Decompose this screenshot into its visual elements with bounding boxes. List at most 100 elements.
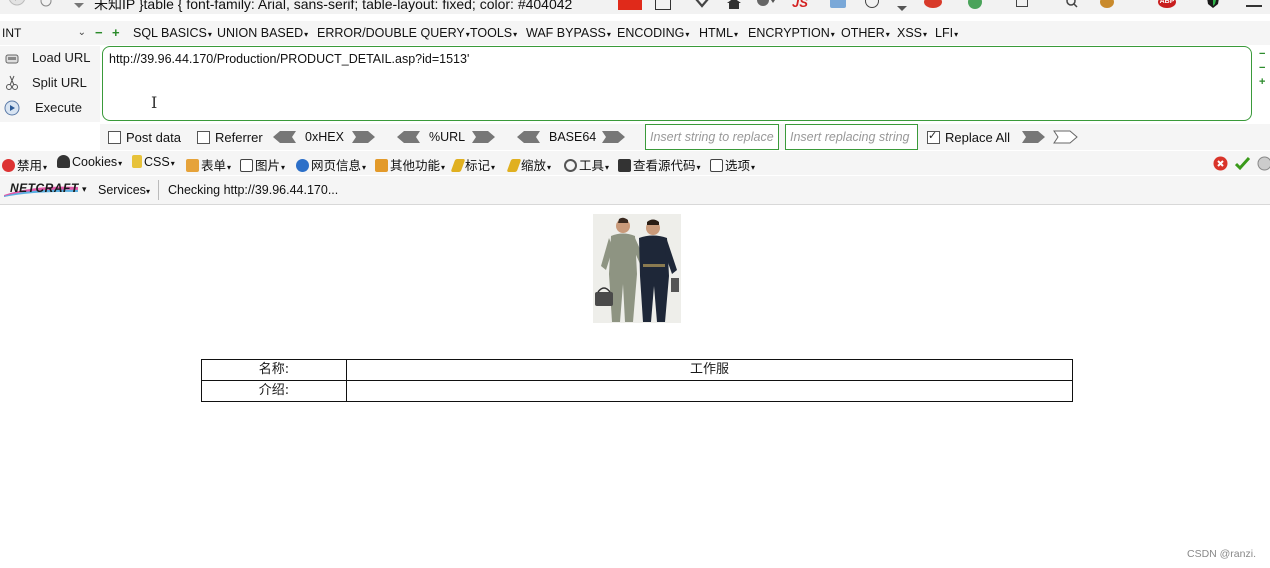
globe-icon[interactable]	[968, 0, 982, 9]
name-value-cell: 工作服	[346, 359, 1073, 381]
minus-icon[interactable]: −	[1259, 48, 1265, 60]
monkey-icon[interactable]	[1100, 0, 1114, 8]
hackbar-actions: Load URL Split URL Execute	[0, 46, 100, 122]
replace-string-input[interactable]: Insert string to replace	[645, 124, 779, 150]
adblock-icon[interactable]: ABP	[1158, 0, 1176, 8]
base64-encode-arrow-icon[interactable]	[600, 130, 626, 144]
injection-type-select[interactable]: INT ⌄	[2, 24, 88, 42]
menu-lfi[interactable]: LFI▾	[935, 26, 958, 40]
hex-decode-arrow-icon[interactable]	[272, 130, 298, 144]
check-status-icon[interactable]	[1234, 156, 1251, 171]
search-icon[interactable]	[1066, 0, 1078, 8]
referrer-checkbox[interactable]	[197, 131, 210, 144]
cat-extension-icon[interactable]	[924, 0, 942, 8]
url-value: http://39.96.44.170/Production/PRODUCT_D…	[109, 52, 470, 66]
menu-error-double-query[interactable]: ERROR/DOUBLE QUERY▾	[317, 26, 470, 40]
netcraft-logo[interactable]: NETCRAFT	[4, 181, 78, 197]
chevron-down-icon: ⌄	[77, 27, 86, 38]
menu-union-based[interactable]: UNION BASED▾	[217, 26, 308, 40]
minus-icon[interactable]: −	[95, 25, 103, 40]
replacing-string-input[interactable]: Insert replacing string	[785, 124, 918, 150]
tools-menu[interactable]: 工具▾	[564, 155, 609, 174]
post-data-label: Post data	[126, 130, 181, 145]
netcraft-dropdown[interactable]: ▾	[82, 184, 87, 195]
split-url-button[interactable]: Split URL	[0, 72, 100, 94]
menu-waf-bypass[interactable]: WAF BYPASS▾	[526, 26, 611, 40]
page-info-menu[interactable]: 网页信息▾	[296, 155, 366, 174]
images-menu[interactable]: 图片▾	[240, 155, 285, 174]
disable-menu[interactable]: 禁用▾	[2, 155, 47, 174]
netcraft-logo-text: NETCRAFT	[10, 181, 79, 195]
css-menu[interactable]: CSS▾	[132, 155, 175, 169]
replace-arrow-icon[interactable]	[1020, 130, 1046, 144]
scissors-icon	[4, 75, 20, 91]
hex-encode-arrow-icon[interactable]	[350, 130, 376, 144]
table-row: 名称: 工作服	[201, 359, 1073, 381]
menu-encryption[interactable]: ENCRYPTION▾	[748, 26, 835, 40]
execute-button[interactable]: Execute	[0, 97, 100, 119]
menu-other[interactable]: OTHER▾	[841, 26, 890, 40]
textarea-controls: − − +	[1256, 48, 1270, 88]
plus-icon[interactable]: +	[112, 25, 120, 40]
url-bar-cut-text: 未知IP }table { font-family: Arial, sans-s…	[94, 0, 573, 12]
outline-menu[interactable]: 标记▾	[450, 155, 495, 174]
menu-xss[interactable]: XSS▾	[897, 26, 927, 40]
map-icon[interactable]	[830, 0, 846, 8]
back-icon[interactable]	[8, 0, 26, 8]
base64-decode-arrow-icon[interactable]	[516, 130, 542, 144]
js-icon[interactable]: JS	[792, 0, 808, 10]
info-icon[interactable]	[40, 0, 52, 8]
load-url-button[interactable]: Load URL	[0, 47, 100, 69]
pencil-icon	[450, 159, 466, 172]
dropdown-icon[interactable]	[74, 0, 84, 8]
disable-icon	[2, 159, 15, 172]
shield-icon[interactable]	[1206, 0, 1220, 9]
gear-icon[interactable]	[755, 0, 777, 7]
wrench-icon	[564, 159, 577, 172]
netcraft-toolbar: NETCRAFT ▾ Services▾ Checking http://39.…	[0, 176, 1270, 205]
url-decode-arrow-icon[interactable]	[396, 130, 422, 144]
menu-html[interactable]: HTML▾	[699, 26, 738, 40]
menu-encoding[interactable]: ENCODING▾	[617, 26, 689, 40]
minus-icon[interactable]: −	[1259, 62, 1265, 74]
url-encode-arrow-icon[interactable]	[470, 130, 496, 144]
copy-icon[interactable]	[1016, 0, 1028, 7]
hackbar-menu-row: INT ⌄ − + SQL BASICS▾ UNION BASED▾ ERROR…	[0, 21, 1270, 45]
netcraft-status: Checking http://39.96.44.170...	[168, 183, 339, 197]
download-icon[interactable]	[694, 0, 710, 10]
grey-status-icon[interactable]	[1257, 156, 1270, 171]
home-icon[interactable]	[726, 0, 742, 9]
misc-menu[interactable]: 其他功能▾	[375, 155, 445, 174]
replace-all-label: Replace All	[945, 130, 1011, 145]
options-menu[interactable]: 选项▾	[710, 155, 755, 174]
hackbar-options-row: Post data Referrer 0xHEX %URL BASE64 Ins…	[100, 124, 1270, 150]
url-textarea[interactable]: http://39.96.44.170/Production/PRODUCT_D…	[102, 46, 1252, 121]
intro-label-cell: 介绍:	[201, 380, 347, 402]
hex-label: 0xHEX	[305, 130, 344, 144]
replace-outline-arrow-icon[interactable]	[1052, 130, 1078, 144]
reader-icon[interactable]	[655, 0, 671, 10]
services-menu[interactable]: Services▾	[98, 183, 150, 197]
split-url-label: Split URL	[32, 75, 87, 90]
forms-menu[interactable]: 表单▾	[186, 155, 231, 174]
post-data-checkbox[interactable]	[108, 131, 121, 144]
form-icon	[186, 159, 199, 172]
red-square-icon[interactable]	[618, 0, 642, 10]
view-source-menu[interactable]: 查看源代码▾	[618, 155, 701, 174]
injection-type-value: INT	[2, 26, 22, 40]
product-detail-table: 名称: 工作服 介绍:	[201, 359, 1073, 402]
hamburger-menu-icon[interactable]	[1246, 0, 1262, 7]
replace-all-checkbox[interactable]	[927, 129, 940, 144]
plus-icon[interactable]: +	[1259, 76, 1265, 88]
menu-tools[interactable]: TOOLS▾	[470, 26, 517, 40]
text-cursor-icon: I	[151, 93, 158, 112]
menu-sql-basics[interactable]: SQL BASICS▾	[133, 26, 212, 40]
error-status-icon[interactable]	[1213, 156, 1228, 171]
smiley-icon[interactable]	[865, 0, 879, 8]
chevron-down-icon[interactable]	[897, 0, 907, 11]
resize-menu[interactable]: 缩放▾	[506, 155, 551, 174]
execute-label: Execute	[35, 100, 82, 115]
url-encoding-label: %URL	[429, 130, 466, 144]
cookies-menu[interactable]: Cookies▾	[57, 155, 122, 169]
load-url-icon	[4, 50, 20, 66]
